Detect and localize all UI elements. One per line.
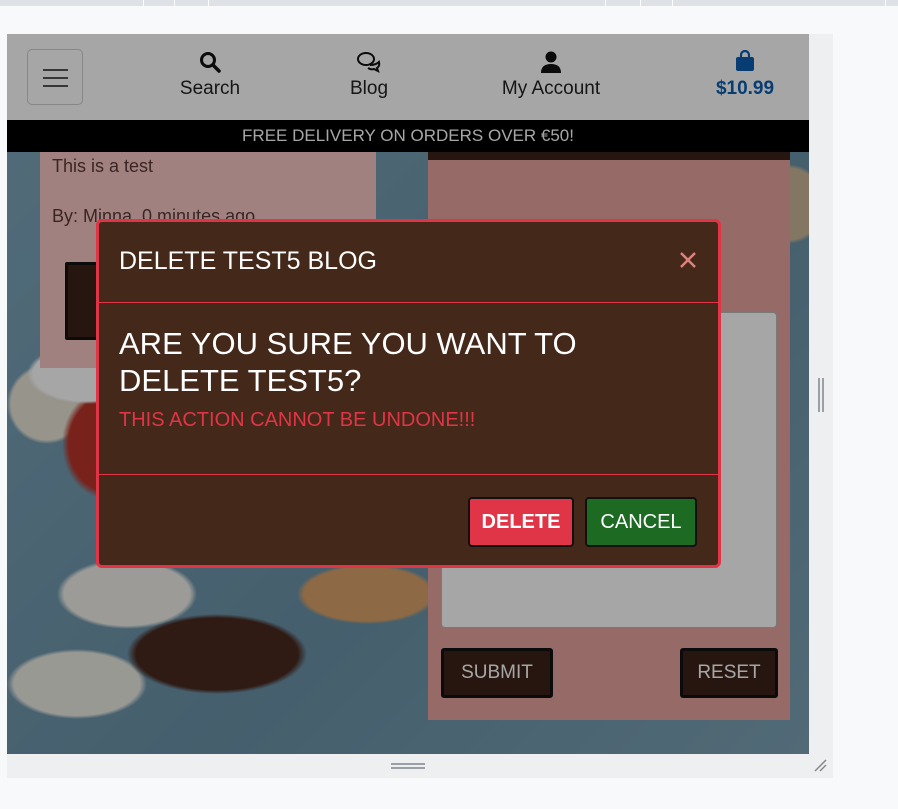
undo-warning: THIS ACTION CANNOT BE UNDONE!!! — [119, 409, 476, 431]
delete-question: ARE YOU SURE YOU WANT TO DELETE TEST5? — [119, 326, 577, 398]
resize-handle-right[interactable] — [818, 378, 824, 412]
strip-divider — [208, 0, 209, 6]
devtools-top-strip — [0, 0, 898, 6]
cancel-button[interactable]: CANCEL — [585, 497, 697, 547]
responsive-preview-frame: Search Blog My Account $10.99 FREE DELIV… — [7, 34, 833, 778]
strip-divider — [174, 0, 175, 6]
modal-header: DELETE TEST5 BLOG — [99, 222, 718, 303]
delete-button[interactable]: DELETE — [468, 497, 574, 547]
strip-divider — [672, 0, 673, 6]
delete-confirm-modal: DELETE TEST5 BLOG ARE YOU SURE YOU WANT … — [96, 219, 721, 568]
close-icon[interactable] — [677, 249, 699, 271]
strip-divider — [605, 0, 606, 6]
resize-handle-bottom[interactable] — [391, 763, 425, 769]
strip-divider — [640, 0, 641, 6]
page-viewport: Search Blog My Account $10.99 FREE DELIV… — [7, 34, 809, 754]
modal-body: ARE YOU SURE YOU WANT TO DELETE TEST5? T… — [99, 303, 718, 475]
strip-divider — [143, 0, 144, 6]
strip-divider — [885, 0, 886, 6]
modal-title: DELETE TEST5 BLOG — [119, 247, 377, 275]
resize-corner-grip-icon[interactable] — [813, 758, 827, 772]
